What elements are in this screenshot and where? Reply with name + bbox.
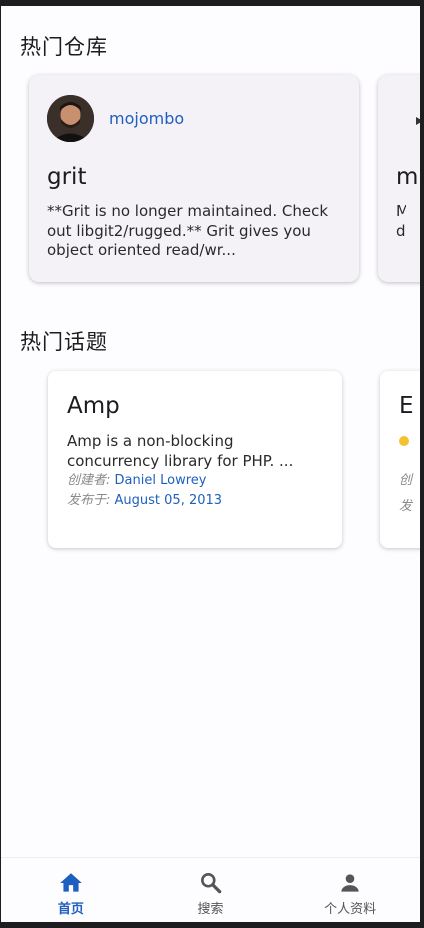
repo-owner-row: mojombo: [47, 95, 341, 142]
repo-card[interactable]: m M d: [378, 75, 420, 282]
published-date: August 05, 2013: [114, 493, 223, 508]
creator-label: 创建者:: [67, 473, 111, 488]
owner-avatar[interactable]: [396, 95, 420, 142]
repo-name: grit: [47, 164, 87, 190]
topic-description: [399, 431, 420, 451]
creator-link[interactable]: Daniel Lowrey: [115, 473, 207, 488]
repo-owner-link[interactable]: mojombo: [109, 109, 184, 128]
published-label: 发: [399, 499, 413, 514]
nav-label-home: 首页: [57, 902, 84, 917]
home-icon: [59, 873, 82, 892]
published-label: 发布于:: [67, 493, 111, 508]
topic-name: Amp: [67, 393, 120, 419]
repo-description: **Grit is no longer maintained. Check ou…: [47, 202, 329, 259]
screen: 热门仓库 mojombo grit **Grit is no longer ma…: [1, 6, 420, 922]
topic-description: Amp is a non-blocking concurrency librar…: [67, 432, 294, 470]
nav-label-profile: 个人资料: [324, 902, 377, 917]
repo-owner-row: [396, 95, 420, 142]
topic-name: E: [399, 393, 414, 419]
nav-item-search[interactable]: 搜索: [141, 858, 281, 922]
owner-avatar[interactable]: [47, 95, 94, 142]
creator-label: 创: [399, 473, 413, 488]
emoji-icon: [399, 436, 409, 446]
person-icon: [341, 874, 359, 892]
topic-creator-row: 创: [399, 471, 420, 491]
search-icon: [200, 873, 221, 894]
topic-card[interactable]: E 创 发: [380, 371, 420, 548]
bottom-navigation: 首页 搜索 个人资料: [1, 857, 420, 922]
repos-section-title: 热门仓库: [20, 35, 108, 59]
nav-label-search: 搜索: [197, 902, 224, 917]
topic-card[interactable]: Amp Amp is a non-blocking concurrency li…: [48, 371, 342, 548]
topics-section-title: 热门话题: [20, 330, 108, 354]
repo-description: M d: [396, 202, 406, 240]
topic-published-row: 发: [399, 497, 420, 517]
nav-item-home[interactable]: 首页: [1, 858, 141, 922]
topic-published-row: 发布于: August 05, 2013: [67, 491, 323, 511]
repo-name: m: [396, 164, 419, 190]
repo-card[interactable]: mojombo grit **Grit is no longer maintai…: [29, 75, 359, 282]
topic-creator-row: 创建者: Daniel Lowrey: [67, 471, 323, 491]
nav-item-profile[interactable]: 个人资料: [280, 858, 420, 922]
